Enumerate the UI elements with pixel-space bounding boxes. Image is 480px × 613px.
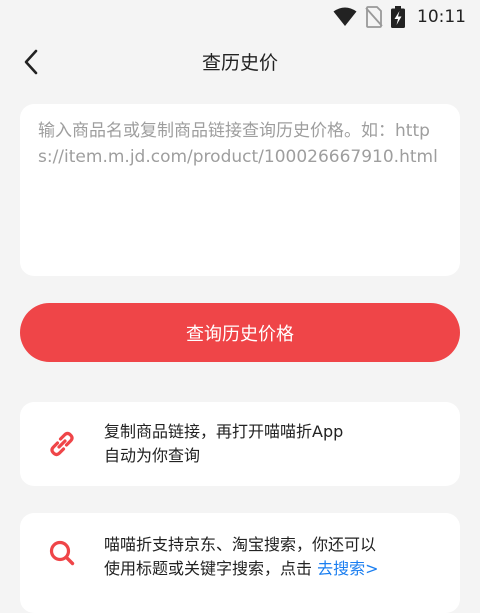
tip-card-copy-link: 复制商品链接，再打开喵喵折App 自动为你查询 [20, 402, 460, 486]
header: 查历史价 [0, 34, 480, 90]
search-card [20, 104, 460, 276]
search-icon [49, 540, 75, 566]
link-icon [50, 431, 74, 457]
status-bar: 10:11 [0, 0, 480, 34]
battery-charging-icon [391, 6, 405, 28]
tip-line-prefix: 使用标题或关键字搜索，点击 [104, 559, 318, 578]
wifi-icon [333, 7, 357, 26]
go-search-link[interactable]: 去搜索> [317, 559, 378, 578]
tip-text: 复制商品链接，再打开喵喵折App 自动为你查询 [104, 420, 444, 468]
page-title: 查历史价 [201, 52, 278, 74]
tip-card-search: 喵喵折支持京东、淘宝搜索，你还可以 使用标题或关键字搜索，点击 去搜索> [20, 513, 460, 613]
query-history-price-button[interactable]: 查询历史价格 [20, 303, 460, 362]
no-sim-icon [365, 6, 383, 28]
tip-text: 喵喵折支持京东、淘宝搜索，你还可以 使用标题或关键字搜索，点击 去搜索> [104, 533, 444, 581]
tip-line: 复制商品链接，再打开喵喵折App [104, 422, 344, 441]
tip-line: 喵喵折支持京东、淘宝搜索，你还可以 [104, 535, 377, 554]
tip-line: 使用标题或关键字搜索，点击 去搜索> [104, 557, 444, 581]
search-input[interactable] [38, 118, 442, 262]
tip-line: 自动为你查询 [104, 446, 201, 465]
status-time: 10:11 [417, 7, 466, 27]
